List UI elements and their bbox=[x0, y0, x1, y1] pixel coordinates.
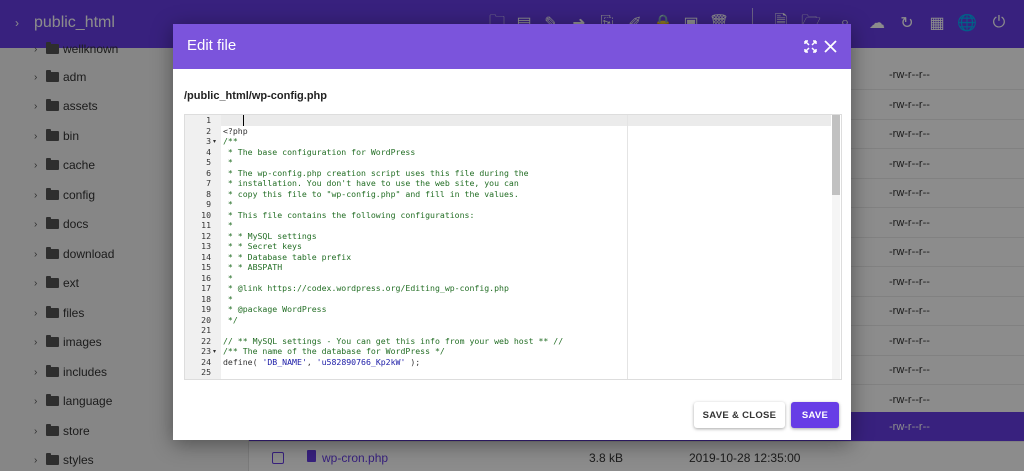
code-line: * copy this file to "wp-config.php" and … bbox=[223, 188, 519, 199]
file-path: /public_html/wp-config.php bbox=[184, 90, 327, 102]
code-line: * installation. You don't have to use th… bbox=[223, 178, 519, 188]
line-number: 9 bbox=[206, 199, 211, 209]
fullscreen-icon[interactable] bbox=[802, 38, 818, 54]
code-line: * bbox=[223, 220, 233, 230]
code-line: <?php bbox=[223, 125, 248, 136]
line-number: 15 bbox=[201, 262, 211, 272]
line-number: 4 bbox=[206, 146, 211, 157]
active-line bbox=[221, 115, 831, 126]
code-line: * bbox=[223, 293, 233, 304]
code-line: * @package WordPress bbox=[223, 304, 327, 314]
dialog-title: Edit file bbox=[187, 37, 237, 54]
code-line: */ bbox=[223, 314, 238, 325]
close-icon[interactable] bbox=[822, 38, 838, 54]
line-number: 23 bbox=[201, 346, 211, 356]
line-number: 21 bbox=[201, 325, 211, 335]
code-line: * * Database table prefix bbox=[223, 251, 352, 262]
line-number: 24 bbox=[201, 356, 211, 367]
line-number: 12 bbox=[201, 230, 211, 241]
line-number: 5 bbox=[206, 157, 211, 167]
line-number: 18 bbox=[201, 293, 211, 304]
line-number: 16 bbox=[201, 272, 211, 283]
code-line: * bbox=[223, 199, 233, 209]
code-line: * bbox=[223, 272, 233, 283]
fold-arrow-icon[interactable]: ▾ bbox=[213, 348, 216, 355]
code-line: define( 'DB_NAME', 'u582890766_Kp2kW' ); bbox=[223, 356, 421, 367]
line-number: 1 bbox=[206, 115, 211, 125]
code-line: * bbox=[223, 157, 233, 167]
code-line: * * Secret keys bbox=[223, 241, 302, 251]
line-number: 20 bbox=[201, 314, 211, 325]
code-line: * This file contains the following confi… bbox=[223, 209, 475, 220]
code-line: * The base configuration for WordPress bbox=[223, 146, 416, 157]
line-number: 2 bbox=[206, 125, 211, 136]
text-cursor bbox=[243, 115, 244, 126]
line-number: 8 bbox=[206, 188, 211, 199]
fold-arrow-icon[interactable]: ▾ bbox=[213, 138, 216, 145]
save-and-close-button[interactable]: SAVE & CLOSE bbox=[694, 402, 785, 428]
save-button[interactable]: SAVE bbox=[791, 402, 839, 428]
dialog-header: Edit file bbox=[173, 24, 851, 69]
line-number: 22 bbox=[201, 335, 211, 346]
line-number: 19 bbox=[201, 304, 211, 314]
line-number: 13 bbox=[201, 241, 211, 251]
code-line: /** bbox=[223, 136, 238, 146]
line-number: 7 bbox=[206, 178, 211, 188]
code-line: * The wp-config.php creation script uses… bbox=[223, 167, 529, 178]
vertical-scrollbar[interactable] bbox=[832, 115, 840, 379]
edit-file-dialog: Edit file /public_html/wp-config.php 1 2 <… bbox=[173, 24, 851, 440]
print-margin bbox=[627, 115, 628, 379]
code-editor[interactable]: 1 2 <?php 3 ▾/** 4 * The base configuration f… bbox=[184, 114, 842, 380]
line-number: 17 bbox=[201, 283, 211, 293]
line-number: 25 bbox=[201, 367, 211, 377]
line-number: 14 bbox=[201, 251, 211, 262]
code-line: // ** MySQL settings - You can get this … bbox=[223, 335, 564, 346]
code-line: * * ABSPATH bbox=[223, 262, 283, 272]
line-number: 6 bbox=[206, 167, 211, 178]
code-line: * @link https://codex.wordpress.org/Edit… bbox=[223, 283, 509, 293]
line-number: 3 bbox=[206, 136, 211, 146]
code-line: /** The name of the database for WordPre… bbox=[223, 346, 445, 356]
scrollbar-thumb[interactable] bbox=[832, 115, 840, 195]
code-line: * * MySQL settings bbox=[223, 230, 317, 241]
line-number: 10 bbox=[201, 209, 211, 220]
line-number: 11 bbox=[201, 220, 211, 230]
